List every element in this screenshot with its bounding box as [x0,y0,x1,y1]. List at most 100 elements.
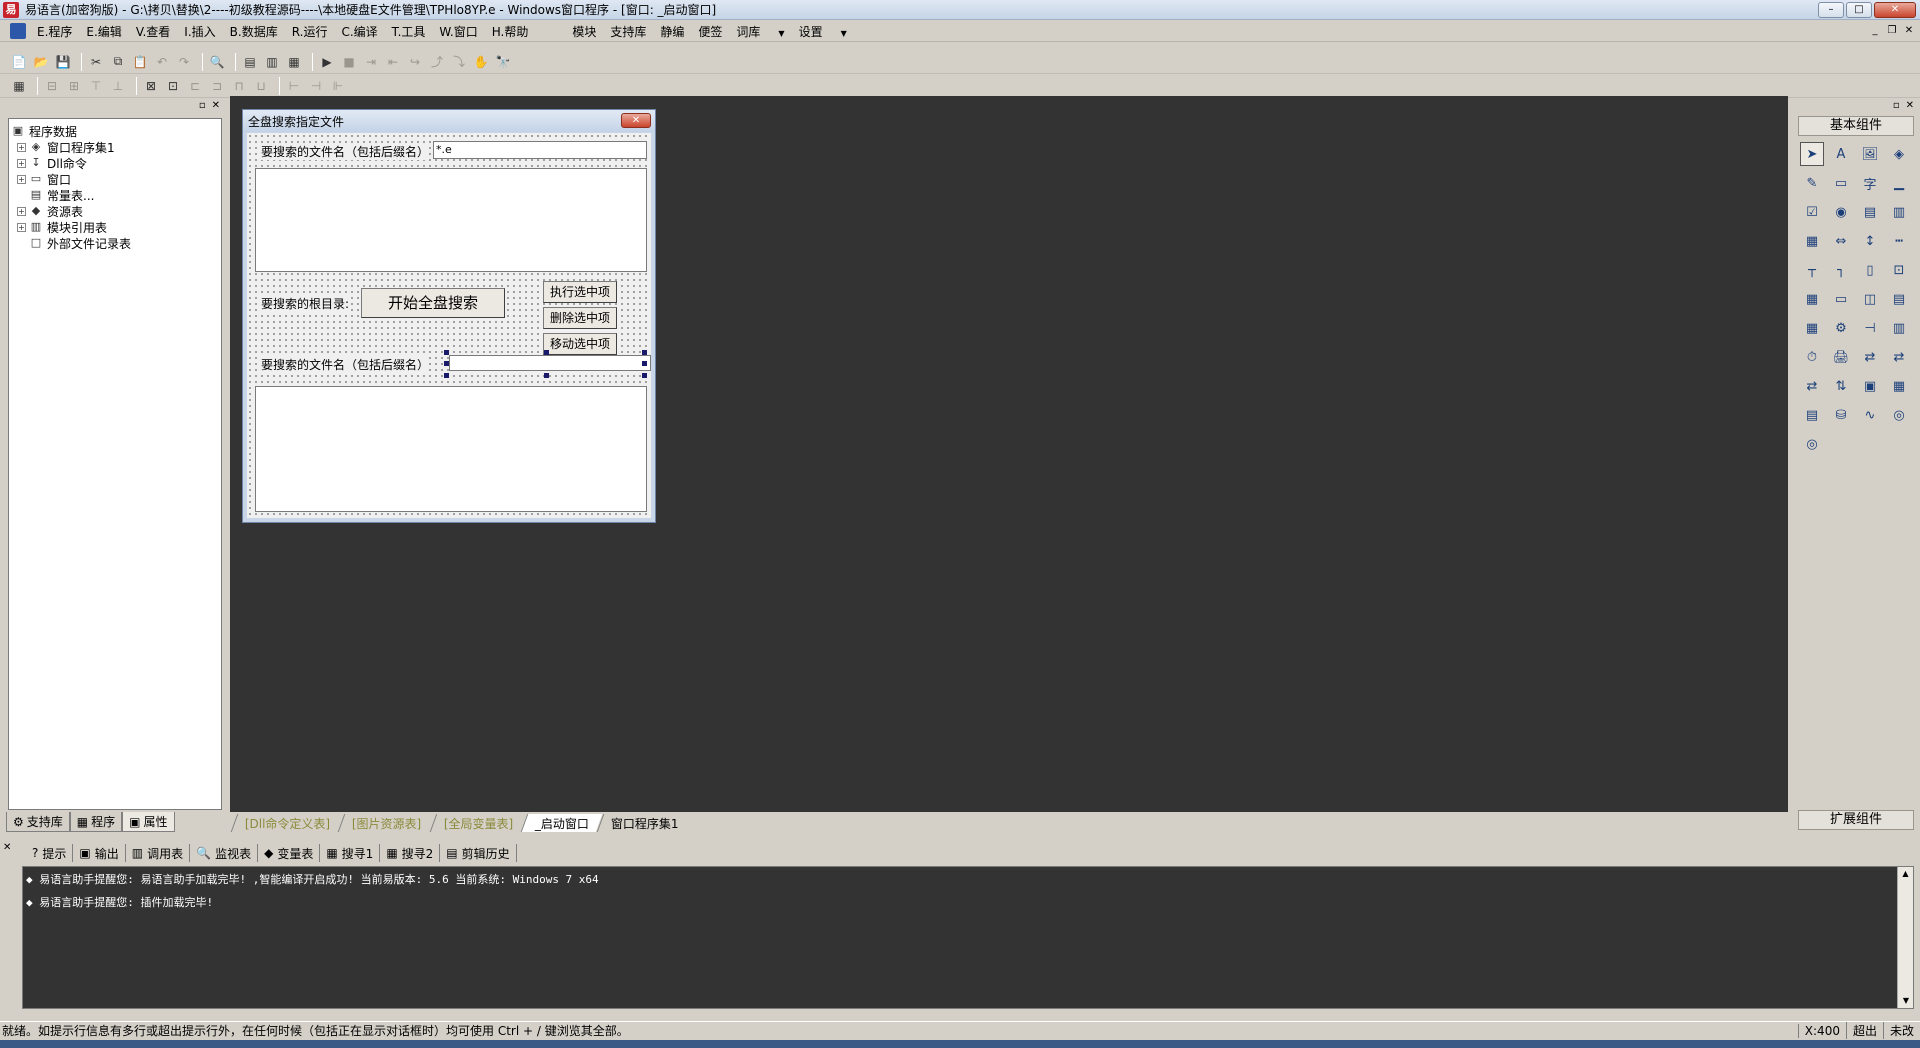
output-panel[interactable]: ◆ 易语言助手提醒您: 易语言助手加载完毕! ,智能编译开启成功! 当前易版本:… [22,866,1914,1009]
jump-icon[interactable]: ⤵ [450,53,468,71]
datagrid-icon[interactable]: ▦ [1887,374,1911,398]
pointer-icon[interactable]: ➤ [1800,142,1824,166]
tab-call-stack[interactable]: ▥ 调用表 [126,844,191,862]
same-width-icon[interactable]: ⊏ [186,77,204,95]
menu-support-lib[interactable]: 支持库 [603,23,653,40]
splitter-icon[interactable]: ⊣ [1858,316,1882,340]
tab-variables[interactable]: ◆ 变量表 [258,844,321,862]
resize-handle[interactable] [642,361,647,366]
odbc2-icon[interactable]: ◎ [1800,432,1824,456]
tab-startup-window[interactable]: _启动窗口 [520,814,603,832]
listview-icon[interactable]: ▦ [1800,316,1824,340]
tree-node-program-data[interactable]: ▣ 程序数据 [11,123,219,139]
picturebox-icon[interactable]: ⊡ [1887,258,1911,282]
picture-icon[interactable]: 🖼 [1858,142,1882,166]
treeview-icon[interactable]: ▥ [1887,316,1911,340]
panel-close-button[interactable]: ✕ [212,100,220,114]
layout-grid-icon[interactable]: ▦ [285,53,303,71]
results-list-2[interactable] [255,386,647,512]
paste-icon[interactable]: 📋 [131,53,149,71]
menu-program[interactable]: E.程序 [30,23,79,40]
align-right-icon[interactable]: ⊞ [65,77,83,95]
form-window[interactable]: 全盘搜索指定文件 ✕ 要搜索的文件名（包括后缀名） *.e 要搜索的根目录: 开… [242,109,656,523]
statusbar-icon[interactable]: ▤ [1887,287,1911,311]
space-horizontal-icon[interactable]: ⊢ [285,77,303,95]
expand-icon[interactable]: + [17,222,26,232]
scroll-down-icon[interactable]: ▼ [1898,994,1914,1008]
tab-dll-definitions[interactable]: [Dll命令定义表] [230,814,344,832]
tree-node-window-assembly[interactable]: + ◈ 窗口程序集1 [11,139,219,155]
tab-hint[interactable]: ? 提示 [26,844,74,862]
open-file-icon[interactable]: 📂 [32,53,50,71]
align-top-icon[interactable]: ⊤ [87,77,105,95]
form-caption[interactable]: 全盘搜索指定文件 [243,110,655,132]
tab-clip-history[interactable]: ▤ 剪辑历史 [440,844,517,862]
resize-handle[interactable] [544,373,549,378]
align-left-icon[interactable]: ⊟ [43,77,61,95]
expand-icon[interactable]: + [17,174,26,184]
menu-compile[interactable]: C.编译 [334,23,384,40]
menu-insert[interactable]: I.插入 [177,23,222,40]
panel-float-button[interactable]: ▫ [199,100,206,114]
port-icon[interactable]: ⇅ [1829,374,1853,398]
step-into-icon[interactable]: ⇥ [362,53,380,71]
minimize-button[interactable]: – [1818,2,1844,18]
expand-icon[interactable]: + [17,206,26,216]
maximize-button[interactable]: □ [1846,2,1872,18]
menu-static-compile[interactable]: 静编 [653,23,691,40]
radio-icon[interactable]: ◉ [1829,200,1853,224]
redo-icon[interactable]: ↷ [175,53,193,71]
tabs-icon[interactable]: ▯ [1858,258,1882,282]
filename-input-2[interactable] [449,355,651,371]
hand-icon[interactable]: ✋ [472,53,490,71]
server-icon[interactable]: ⇄ [1800,374,1824,398]
delete-selected-button[interactable]: 删除选中项 [543,307,617,329]
same-height-icon[interactable]: ⊐ [208,77,226,95]
form-close-button[interactable]: ✕ [621,113,651,128]
output-close-button[interactable]: ✕ [3,842,11,853]
space-equal-icon[interactable]: ⊔ [252,77,270,95]
combo-icon[interactable]: ▦ [1800,229,1824,253]
align-bottom-icon[interactable]: ⊥ [109,77,127,95]
app-icon[interactable]: 易 [3,1,19,18]
text-icon[interactable]: 字 [1858,171,1882,195]
table-icon[interactable]: ▦ [1800,287,1824,311]
gear-icon[interactable]: ⚙ [1829,316,1853,340]
progress-icon[interactable]: ┅ [1887,229,1911,253]
mdi-minimize-button[interactable]: _ [1868,24,1882,38]
step-over-icon[interactable]: ↪ [406,53,424,71]
chevron-down-icon[interactable]: ▼ [841,29,847,38]
center-horizontal-icon[interactable]: ⊠ [142,77,160,95]
tab-watch[interactable]: 🔍 监视表 [190,844,259,862]
divider-icon[interactable]: ┐ [1829,258,1853,282]
find-icon[interactable]: 🔍 [208,53,226,71]
stop-icon[interactable]: ■ [340,53,358,71]
resize-handle[interactable] [444,350,449,355]
cut-icon[interactable]: ✂ [87,53,105,71]
tab-program[interactable]: ▦ 程序 [69,812,123,832]
checkbox-icon[interactable]: ☑ [1800,200,1824,224]
toolbar-icon[interactable]: ◫ [1858,287,1882,311]
resize-handle[interactable] [444,373,449,378]
mdi-restore-button[interactable]: ❐ [1885,24,1899,38]
tab-image-resources[interactable]: [图片资源表] [338,814,435,832]
document-icon[interactable] [10,23,26,39]
tab-search2[interactable]: ▦ 搜寻2 [380,844,441,862]
tree-node-module-refs[interactable]: + ▥ 模块引用表 [11,219,219,235]
menu-tools[interactable]: T.工具 [385,23,433,40]
listbox-icon[interactable]: ▥ [1887,200,1911,224]
close-button[interactable]: ✕ [1874,2,1916,18]
move-selected-button[interactable]: 移动选中项 [543,333,617,355]
resize-handle[interactable] [642,373,647,378]
expand-icon[interactable]: + [17,158,26,168]
frame-icon[interactable]: ▭ [1829,171,1853,195]
menu-edit[interactable]: E.编辑 [79,23,128,40]
run-icon[interactable]: ▶ [318,53,336,71]
slider-icon[interactable]: ┬ [1800,258,1824,282]
grid-toggle-icon[interactable]: ▦ [10,77,28,95]
menu-run[interactable]: R.运行 [285,23,335,40]
database-icon[interactable]: ⛁ [1829,403,1853,427]
binoculars-icon[interactable]: 🔭 [494,53,512,71]
chevron-down-icon[interactable]: ▼ [778,29,784,38]
datasource-icon[interactable]: ▣ [1858,374,1882,398]
